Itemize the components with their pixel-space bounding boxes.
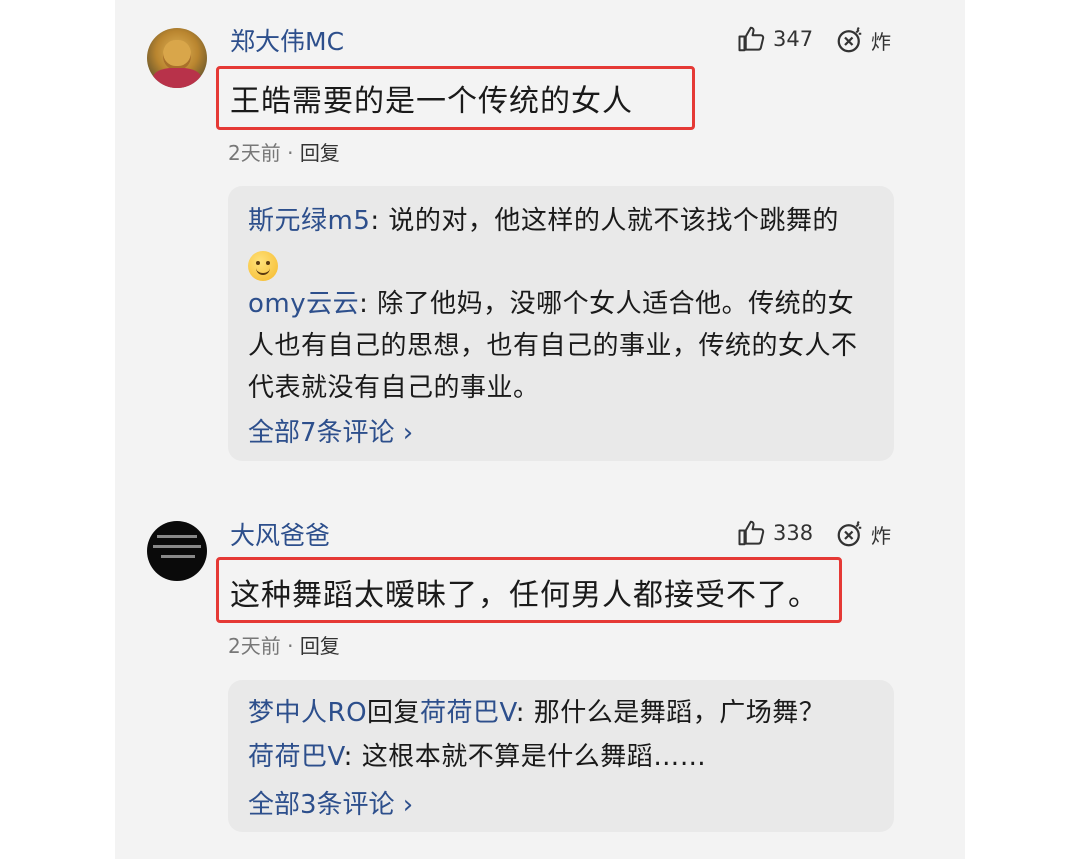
avatar-text-line	[157, 535, 197, 538]
avatar-face	[163, 40, 191, 70]
reply-mid: 回复	[367, 698, 421, 728]
thumbs-up-icon	[738, 520, 765, 546]
reply-colon: :	[515, 698, 525, 728]
comment-panel: 郑大伟MC 347 炸 王皓需要的是一个传统的女人 2天前 · 回复 斯元绿m5…	[115, 0, 965, 859]
reply-button[interactable]: 回复	[300, 141, 340, 165]
comment-time: 2天前	[228, 634, 281, 658]
reply-item: omy云云: 除了他妈，没哪个女人适合他。传统的女人也有自己的思想，也有自己的事…	[248, 283, 878, 409]
bomb-button[interactable]: 炸	[835, 25, 891, 55]
reply-author[interactable]: 荷荷巴V	[248, 742, 344, 772]
view-all-replies-link[interactable]: 全部7条评论 ›	[248, 412, 413, 449]
view-all-replies-link[interactable]: 全部3条评论 ›	[248, 784, 413, 821]
like-button[interactable]: 338	[737, 518, 813, 548]
comment-username[interactable]: 郑大伟MC	[230, 22, 344, 58]
like-count: 347	[773, 27, 814, 51]
like-button[interactable]: 347	[737, 24, 813, 54]
reply-item: 斯元绿m5: 说的对，他这样的人就不该找个跳舞的	[248, 200, 878, 284]
reply-colon: :	[359, 289, 369, 319]
bomb-label: 炸	[871, 523, 891, 548]
meta-separator: ·	[287, 141, 294, 165]
reply-author[interactable]: omy云云	[248, 289, 359, 319]
bomb-icon	[837, 521, 862, 547]
reply-button[interactable]: 回复	[300, 634, 340, 658]
comment-meta: 2天前 · 回复	[228, 137, 340, 166]
avatar-robe	[153, 68, 201, 88]
bomb-button[interactable]: 炸	[835, 519, 891, 549]
comment-meta: 2天前 · 回复	[228, 630, 340, 659]
reply-item: 梦中人RO回复荷荷巴V: 那什么是舞蹈，广场舞？	[248, 692, 878, 734]
reply-thread: 斯元绿m5: 说的对，他这样的人就不该找个跳舞的 omy云云: 除了他妈，没哪个…	[228, 186, 894, 461]
bomb-label: 炸	[871, 29, 891, 54]
highlight-box	[216, 557, 842, 623]
avatar[interactable]	[147, 521, 207, 581]
reply-target[interactable]: 荷荷巴V	[420, 698, 516, 728]
reply-colon: :	[370, 206, 380, 236]
avatar[interactable]	[147, 28, 207, 88]
reply-text: 那什么是舞蹈，广场舞？	[524, 698, 826, 728]
comment-time: 2天前	[228, 141, 281, 165]
comment-username[interactable]: 大风爸爸	[230, 516, 330, 552]
like-count: 338	[773, 521, 814, 545]
avatar-text-line	[153, 545, 201, 548]
reply-text: 说的对，他这样的人就不该找个跳舞的	[379, 206, 839, 236]
reply-author[interactable]: 梦中人RO	[248, 698, 367, 728]
reply-item: 荷荷巴V: 这根本就不算是什么舞蹈……	[248, 736, 878, 778]
reply-thread: 梦中人RO回复荷荷巴V: 那什么是舞蹈，广场舞？ 荷荷巴V: 这根本就不算是什么…	[228, 680, 894, 832]
reply-author[interactable]: 斯元绿m5	[248, 206, 370, 236]
avatar-text-line	[161, 555, 195, 558]
reply-text: 这根本就不算是什么舞蹈……	[352, 742, 707, 772]
smile-emoji	[248, 250, 278, 281]
highlight-box	[216, 66, 695, 130]
reply-colon: :	[343, 742, 353, 772]
bomb-icon	[837, 27, 862, 53]
meta-separator: ·	[287, 634, 294, 658]
thumbs-up-icon	[738, 26, 765, 52]
